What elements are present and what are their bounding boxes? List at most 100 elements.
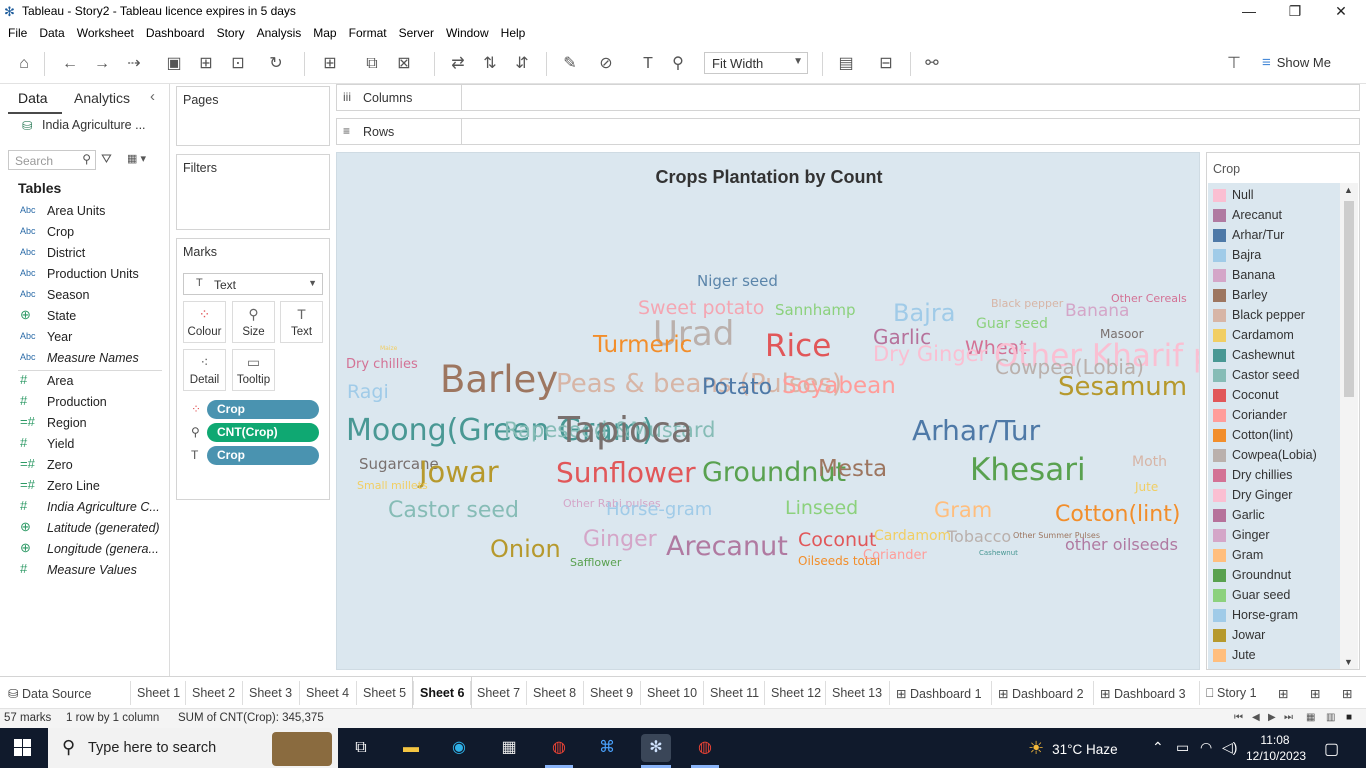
menu-window[interactable]: Window [440,22,495,44]
field-state[interactable]: ⊕ State [20,307,170,328]
tab-sheet-8[interactable]: Sheet 8 [533,686,576,700]
group-icon[interactable]: ⊘ [594,52,618,76]
view-options-icon[interactable]: ▦ ▾ [127,152,146,165]
edge-browser-icon[interactable]: ◉ [444,734,474,762]
mark-type-dropdown[interactable]: T Text ▼ [183,273,323,295]
pause-updates-icon[interactable]: ⊡ [226,52,250,76]
field-area-units[interactable]: Abc Area Units [20,202,170,223]
legend-item[interactable]: Arhar/Tur [1211,225,1340,245]
tab-sheet-7[interactable]: Sheet 7 [477,686,520,700]
chrome-icon[interactable]: ◍ [544,734,574,762]
tooltip-button[interactable]: ▭ Tooltip [232,349,275,391]
word-ragi[interactable]: Ragi [347,383,389,402]
tab-sheet-6[interactable]: Sheet 6 [420,686,464,700]
field-measure-names[interactable]: Abc Measure Names [20,349,170,370]
search-input[interactable]: Search ⚲ [8,150,96,170]
grid-view-icon[interactable]: ▦ [1306,712,1315,723]
filter-icon[interactable]: ⛛ [101,151,112,167]
word-linseed[interactable]: Linseed [785,499,858,518]
legend-item[interactable]: Bajra [1211,245,1340,265]
word-ginger[interactable]: Ginger [583,529,657,551]
new-dashboard-icon[interactable]: ⊞ [1310,686,1320,701]
presentation-mode-icon[interactable]: ⊟ [874,52,898,76]
tab-sheet-4[interactable]: Sheet 4 [306,686,349,700]
word-bajra[interactable]: Bajra [893,301,955,325]
word-barley[interactable]: Barley [440,361,558,398]
word-castor-seed[interactable]: Castor seed [388,500,519,522]
duplicate-sheet-icon[interactable]: ⧉ [360,52,384,76]
highlight-icon[interactable]: ✎ [558,52,582,76]
tab-data[interactable]: Data [8,90,62,114]
legend-item[interactable]: Cotton(lint) [1211,425,1340,445]
word-turmeric[interactable]: Turmeric [593,334,692,357]
word-dry-ginger[interactable]: Dry Ginger [873,344,987,365]
tab-story-1[interactable]: ⎕ Story 1 [1206,686,1257,701]
tab-sheet-13[interactable]: Sheet 13 [832,686,882,700]
menu-story[interactable]: Story [211,22,251,44]
word-banana[interactable]: Banana [1065,303,1129,320]
legend-item[interactable]: Garlic [1211,505,1340,525]
tab-sheet-11[interactable]: Sheet 11 [710,686,759,700]
weather-widget[interactable]: ☀ 31°C Haze [1028,738,1118,759]
tab-dashboard-2[interactable]: ⊞ Dashboard 2 [998,686,1084,701]
menu-dashboard[interactable]: Dashboard [140,22,211,44]
word-gram[interactable]: Gram [934,500,992,521]
notifications-icon[interactable]: ▢ [1324,739,1339,759]
tab-dashboard-1[interactable]: ⊞ Dashboard 1 [896,686,982,701]
tab-sheet-3[interactable]: Sheet 3 [249,686,292,700]
columns-shelf[interactable]: iii Columns [336,84,1360,111]
word-moth[interactable]: Moth [1132,455,1167,469]
new-story-icon[interactable]: ⊞ [1342,686,1352,701]
scroll-up-icon[interactable]: ▲ [1344,185,1353,195]
new-datasource-icon[interactable]: ⊞ [194,52,218,76]
word-sannhamp[interactable]: Sannhamp [775,303,856,318]
colour-button[interactable]: ⁘ Colour [183,301,226,343]
refresh-icon[interactable]: ↻ [264,52,288,76]
size-button[interactable]: ⚲ Size [232,301,275,343]
legend-item[interactable]: Ginger [1211,525,1340,545]
word-horse-gram[interactable]: Horse-gram [606,501,712,519]
replay-icon[interactable]: ⇢ [122,52,146,76]
crop-colour-pill[interactable]: Crop [207,400,319,419]
save-icon[interactable]: ▣ [162,52,186,76]
legend-item[interactable]: Jowar [1211,625,1340,645]
tab-sheet-10[interactable]: Sheet 10 [647,686,697,700]
field-zero-line[interactable]: =# Zero Line [20,477,170,498]
volume-icon[interactable]: ◁) [1222,739,1237,756]
chrome-profile-icon[interactable]: ◍ [690,734,720,762]
last-sheet-icon[interactable]: ⏭ [1284,712,1293,723]
word-safflower[interactable]: Safflower [570,557,621,568]
word-cotton-lint[interactable]: Cotton(lint) [1055,504,1180,526]
clock[interactable]: 11:08 12/10/2023 [1246,732,1306,764]
word-maize[interactable]: Maize [380,346,397,352]
field-yield[interactable]: # Yield [20,435,170,456]
tab-sheet-5[interactable]: Sheet 5 [363,686,406,700]
word-coriander[interactable]: Coriander [863,549,927,562]
first-sheet-icon[interactable]: ⏮ [1234,712,1243,723]
word-black-pepper[interactable]: Black pepper [991,298,1063,309]
legend-item[interactable]: Black pepper [1211,305,1340,325]
show-me-button[interactable]: ≡ Show Me [1262,54,1331,71]
tab-sheet-1[interactable]: Sheet 1 [137,686,180,700]
scroll-down-icon[interactable]: ▼ [1344,657,1353,667]
legend-item[interactable]: Dry Ginger [1211,485,1340,505]
legend-item[interactable]: Barley [1211,285,1340,305]
word-rice[interactable]: Rice [765,331,831,362]
word-jowar[interactable]: Jowar [419,458,499,487]
word-cardamom[interactable]: Cardamom [874,529,951,543]
tab-sheet-9[interactable]: Sheet 9 [590,686,633,700]
word-tapioca[interactable]: Tapioca [558,413,693,449]
scroll-thumb[interactable] [1344,201,1354,397]
menu-map[interactable]: Map [307,22,342,44]
count-crop-size-pill[interactable]: CNT(Crop) [207,423,319,442]
legend-item[interactable]: Cowpea(Lobia) [1211,445,1340,465]
crop-text-pill[interactable]: Crop [207,446,319,465]
legend-item[interactable]: Null [1211,185,1340,205]
rows-shelf[interactable]: ≡ Rows [336,118,1360,145]
tabs-view-icon[interactable]: ■ [1346,712,1352,723]
word-arhar-tur[interactable]: Arhar/Tur [912,417,1040,445]
legend-item[interactable]: Guar seed [1211,585,1340,605]
word-small-millets[interactable]: Small millets [357,480,428,491]
field-zero[interactable]: =# Zero [20,456,170,477]
menu-format[interactable]: Format [343,22,393,44]
